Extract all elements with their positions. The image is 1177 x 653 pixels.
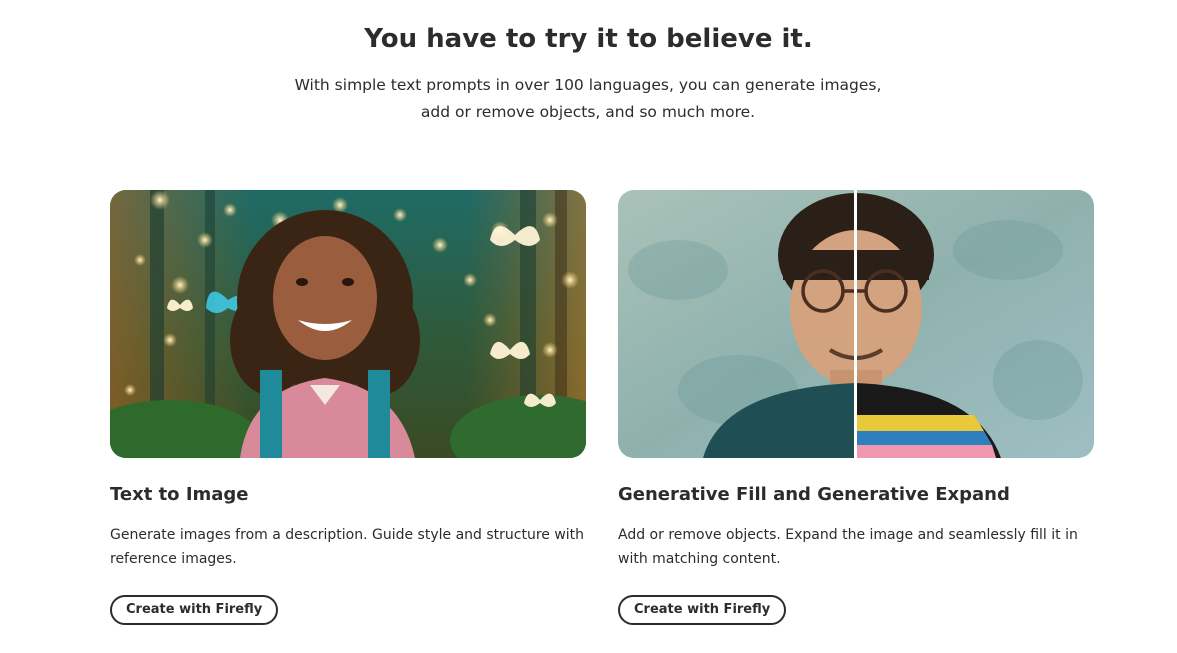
hero-subtitle-line-1: With simple text prompts in over 100 lan… <box>294 76 882 94</box>
generative-fill-illustration <box>618 190 1094 458</box>
card-title: Generative Fill and Generative Expand <box>618 484 1010 505</box>
card-description: Add or remove objects. Expand the image … <box>618 527 1078 567</box>
card-description: Generate images from a description. Guid… <box>110 527 585 567</box>
card-text-to-image: Text to Image Generate images from a des… <box>110 190 586 625</box>
create-with-firefly-button[interactable]: Create with Firefly <box>618 595 787 625</box>
hero-subtitle-line-2: add or remove objects, and so much more. <box>420 103 756 121</box>
text-to-image-illustration <box>110 190 586 458</box>
card-generative-fill: Generative Fill and Generative Expand Ad… <box>618 190 1094 625</box>
card-title: Text to Image <box>110 484 249 505</box>
hero-subtitle: With simple text prompts in over 100 lan… <box>288 72 888 126</box>
hero-title: You have to try it to believe it. <box>364 24 813 54</box>
create-with-firefly-button[interactable]: Create with Firefly <box>110 595 279 625</box>
